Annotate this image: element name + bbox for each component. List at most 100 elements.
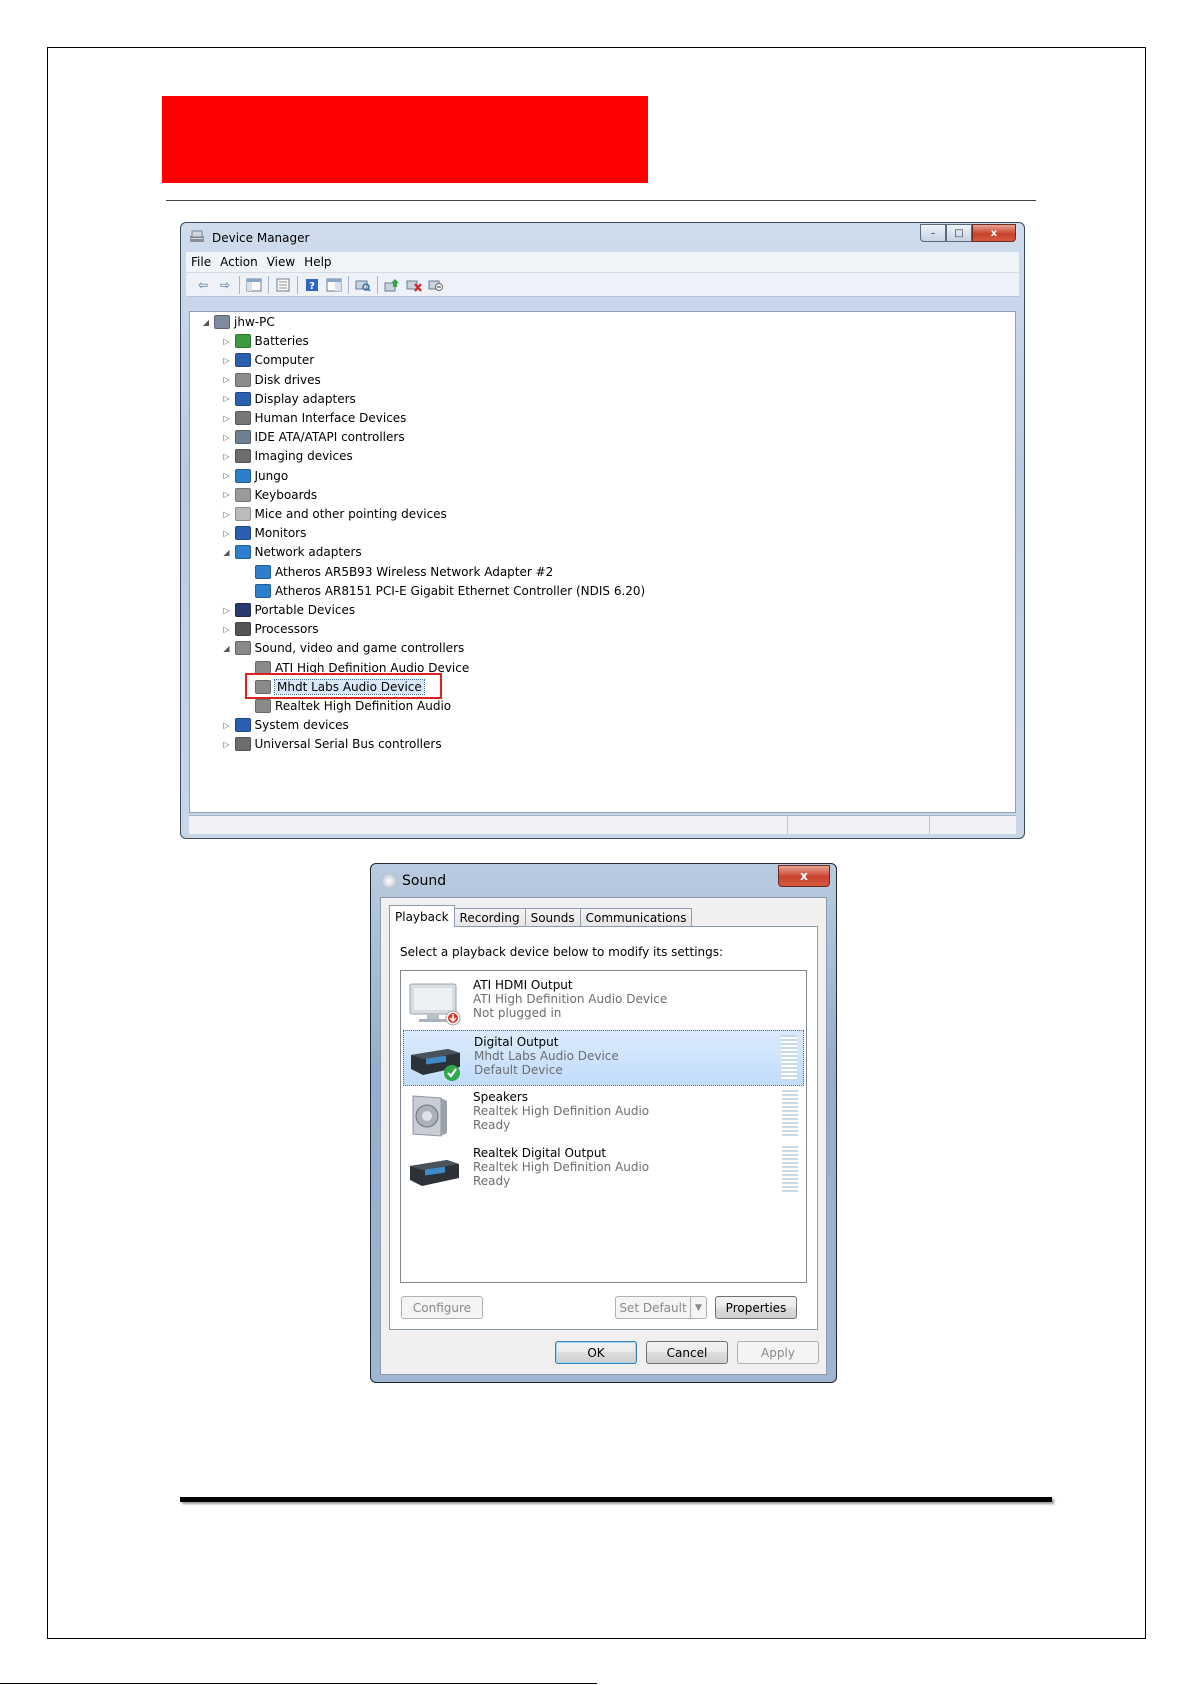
collapse-arrow-icon[interactable]: ▷ [222,433,232,442]
collapse-arrow-icon[interactable]: ▷ [222,452,232,461]
menu-action[interactable]: Action [220,255,258,269]
uninstall-icon[interactable] [406,277,422,293]
disable-icon[interactable] [428,277,444,293]
disk-drive-icon [234,372,251,387]
device-manager-icon [190,230,204,242]
tree-category[interactable]: ▷ Mice and other pointing devices [222,505,447,523]
tree-category[interactable]: ▷ IDE ATA/ATAPI controllers [222,428,405,446]
tree-category[interactable]: ▷ Jungo [222,467,288,485]
collapse-arrow-icon[interactable]: ▷ [222,356,232,365]
update-driver-icon[interactable] [384,277,400,293]
collapse-arrow-icon[interactable]: ▷ [222,471,232,480]
collapse-arrow-icon[interactable]: ▷ [222,625,232,634]
tree-category[interactable]: ▷ Monitors [222,524,306,542]
collapse-arrow-icon[interactable]: ▷ [222,529,232,538]
tree-label: IDE ATA/ATAPI controllers [254,430,405,445]
set-default-dropdown[interactable]: ▼ [690,1296,707,1319]
network-adapter-icon [234,545,251,560]
tree-category[interactable]: ▷ Universal Serial Bus controllers [222,735,442,753]
status-bar [189,815,1016,834]
expand-arrow-icon[interactable]: ◢ [222,548,232,557]
sound-icon [381,873,397,889]
svg-text:?: ? [309,281,315,292]
menu-help[interactable]: Help [304,255,331,269]
collapse-arrow-icon[interactable]: ▷ [222,375,232,384]
display-adapter-icon [234,391,251,406]
tree-category[interactable]: ▷ Imaging devices [222,447,353,465]
forward-arrow-icon[interactable]: ⇨ [217,277,233,293]
tree-label: Computer [254,353,315,368]
action-pane-icon[interactable] [326,277,342,293]
collapse-arrow-icon[interactable]: ▷ [222,510,232,519]
tab-recording[interactable]: Recording [453,908,526,927]
tree-label: Realtek High Definition Audio [275,699,452,713]
bottom-divider [180,1497,1052,1502]
tree-label: Display adapters [254,391,356,406]
window-controls: – □ x [920,224,1016,244]
properties-button[interactable]: Properties [715,1296,797,1319]
cancel-button[interactable]: Cancel [646,1341,728,1364]
speaker-device-icon [412,1095,447,1137]
device-status: Ready [473,1118,511,1132]
tree-category[interactable]: ▷ System devices [222,716,349,734]
tree-category[interactable]: ◢ Network adapters [222,543,362,561]
tree-category[interactable]: ▷ Processors [222,620,319,638]
tree-category[interactable]: ▷ Disk drives [222,371,321,389]
portable-device-icon [234,603,251,617]
tree-category[interactable]: ◢ Sound, video and game controllers [222,639,465,657]
computer-icon [214,315,230,329]
red-banner [162,96,648,183]
tree-category[interactable]: ▷ Computer [222,351,315,369]
maximize-button[interactable]: □ [946,224,972,242]
device-manager-titlebar[interactable]: Device Manager – □ x [181,223,1024,249]
help-icon[interactable]: ? [304,277,320,293]
set-default-button[interactable]: Set Default [615,1296,691,1319]
tab-sounds[interactable]: Sounds [524,908,581,927]
tree-root-0[interactable]: ◢ jhw-PC [201,313,275,331]
ok-button[interactable]: OK [555,1341,637,1364]
close-button[interactable]: x [778,865,830,887]
expand-arrow-icon[interactable]: ◢ [222,644,232,653]
properties-icon[interactable] [275,277,291,293]
tree-device[interactable]: Atheros AR8151 PCI-E Gigabit Ethernet Co… [242,582,645,600]
collapse-arrow-icon[interactable]: ▷ [222,606,232,615]
device-item-realtek-digital[interactable]: Realtek Digital Output Realtek High Defi… [403,1142,804,1198]
collapse-arrow-icon[interactable]: ▷ [222,414,232,423]
tree-category[interactable]: ▷ Portable Devices [222,601,355,619]
collapse-arrow-icon[interactable]: ▷ [222,490,232,499]
imaging-device-icon [234,449,251,464]
digital-output-device-icon [411,1049,460,1081]
mouse-icon [234,507,251,521]
tree-category[interactable]: ▷ Batteries [222,332,309,350]
tree-device[interactable]: Realtek High Definition Audio [242,697,451,715]
show-hide-console-tree-icon[interactable] [246,277,262,293]
system-device-icon [234,718,251,733]
minimize-button[interactable]: – [920,224,946,242]
tree-device[interactable]: Atheros AR5B93 Wireless Network Adapter … [242,563,553,581]
tree-category[interactable]: ▷ Display adapters [222,390,356,408]
tab-communications[interactable]: Communications [579,908,693,927]
tree-label: Atheros AR5B93 Wireless Network Adapter … [275,564,554,579]
apply-button[interactable]: Apply [737,1341,819,1364]
tree-category[interactable]: ▷ Keyboards [222,486,317,504]
device-item-speakers[interactable]: Speakers Realtek High Definition Audio R… [403,1086,804,1142]
menu-view[interactable]: View [267,255,295,269]
tree-category[interactable]: ▷ Human Interface Devices [222,409,406,427]
expand-arrow-icon[interactable]: ◢ [201,318,211,327]
volume-level-meter [782,1090,798,1136]
device-item-ati-hdmi[interactable]: ATI HDMI Output ATI High Definition Audi… [403,974,804,1030]
collapse-arrow-icon[interactable]: ▷ [222,721,232,730]
device-tree[interactable]: ◢ jhw-PC ▷ Batteries ▷ Computer ▷ Disk drives ▷ D… [189,311,1016,813]
close-button[interactable]: x [972,224,1016,242]
tab-playback[interactable]: Playback [389,905,455,927]
collapse-arrow-icon[interactable]: ▷ [222,337,232,346]
menu-file[interactable]: File [191,255,211,269]
configure-button[interactable]: Configure [401,1296,483,1319]
tree-label: Sound, video and game controllers [254,641,465,656]
device-item-digital-output[interactable]: Digital Output Mhdt Labs Audio Device De… [403,1030,804,1086]
scan-hardware-icon[interactable] [355,277,371,293]
collapse-arrow-icon[interactable]: ▷ [222,394,232,403]
collapse-arrow-icon[interactable]: ▷ [222,740,232,749]
digital-output-device-icon [410,1160,459,1186]
back-arrow-icon[interactable]: ⇦ [195,277,211,293]
